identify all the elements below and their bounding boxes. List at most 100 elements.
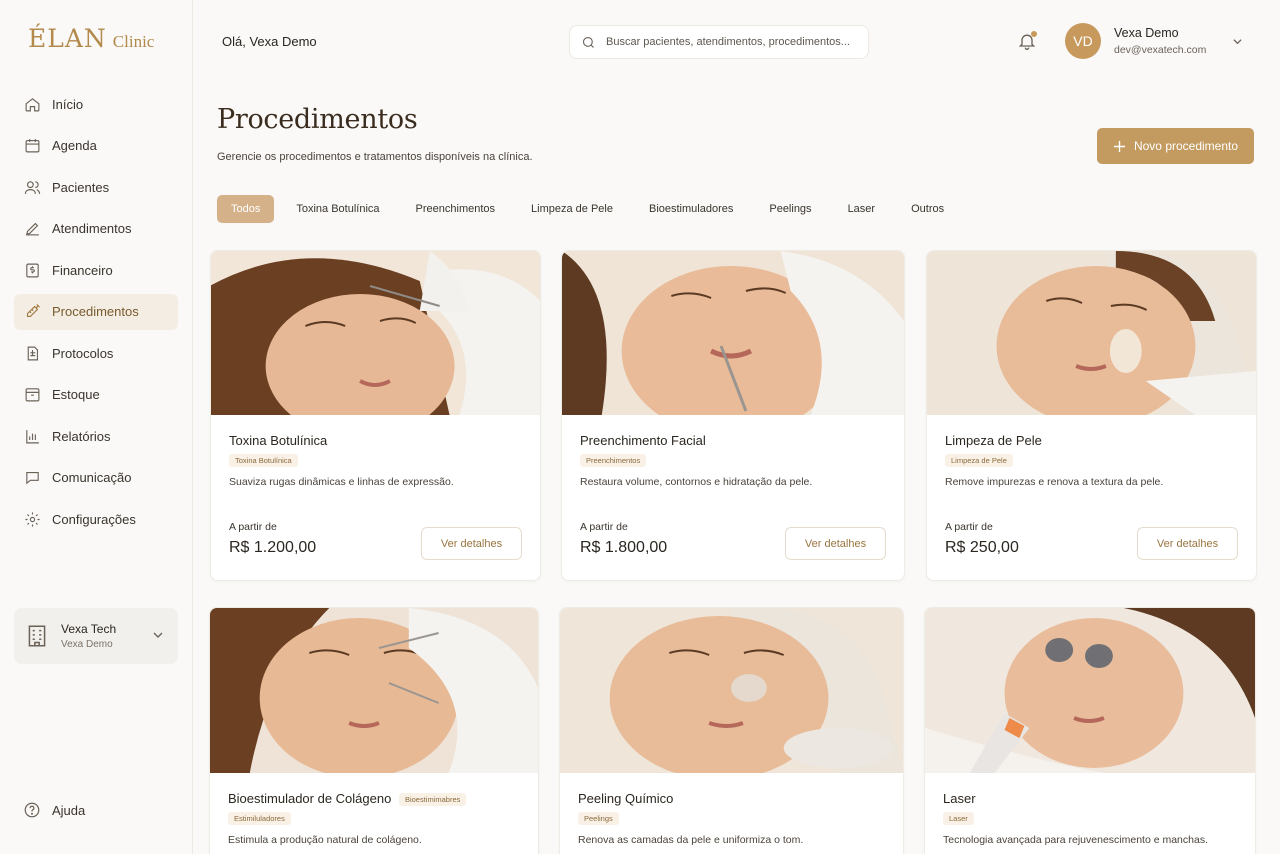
sidebar-item-agenda[interactable]: Agenda	[14, 128, 178, 164]
card-description: Remove impurezas e renova a textura da p…	[945, 476, 1164, 488]
tab-toxina-botulinica[interactable]: Toxina Botulínica	[282, 195, 393, 223]
brand-logo[interactable]: ÉLAN Clinic	[28, 24, 154, 53]
help-icon	[24, 802, 40, 818]
category-tag: Estimiluladores	[228, 812, 291, 826]
sidebar-item-label: Comunicação	[52, 470, 132, 485]
page-title: Procedimentos	[217, 104, 418, 135]
new-procedure-label: Novo procedimento	[1133, 139, 1239, 153]
card-body: Limpeza de Pele Limpeza de Pele Remove i…	[927, 415, 1256, 488]
document-icon	[23, 344, 41, 362]
avatar[interactable]: VD	[1065, 23, 1101, 59]
sidebar-item-label: Financeiro	[52, 262, 113, 278]
pen-icon	[23, 220, 41, 238]
user-email: dev@vexatech.com	[1114, 44, 1207, 56]
procedure-card: Bioestimulador de Colágeno Bioestimimabr…	[209, 607, 539, 854]
procedure-card: Limpeza de Pele Limpeza de Pele Remove i…	[926, 250, 1257, 581]
tenant-sub: Vexa Demo	[61, 639, 113, 650]
procedure-card: Toxina Botulínica Toxina Botulínica Suav…	[210, 250, 541, 581]
tab-peelings[interactable]: Peelings	[755, 195, 825, 223]
sidebar-nav: Início Agenda Pacientes Atendimentos Fin…	[14, 86, 178, 543]
sidebar-item-label: Estoque	[52, 387, 100, 402]
tab-outros[interactable]: Outros	[897, 195, 958, 223]
sidebar-item-procedimentos[interactable]: Procedimentos	[14, 293, 178, 330]
search-input[interactable]	[606, 36, 856, 48]
sidebar-item-comunicacao[interactable]: Comunicação	[14, 460, 178, 496]
sidebar-item-financeiro[interactable]: Financeiro	[14, 252, 178, 288]
procedure-image	[210, 608, 538, 773]
tenant-name: Vexa Tech	[61, 622, 117, 636]
chat-icon	[23, 469, 41, 487]
card-title: Limpeza de Pele	[945, 433, 1042, 448]
card-title: Toxina Botulínica	[229, 433, 328, 448]
card-title: Peeling Químico	[578, 791, 674, 806]
procedure-image	[211, 251, 540, 415]
view-details-button[interactable]: Ver detalhes	[421, 527, 522, 560]
sidebar-item-estoque[interactable]: Estoque	[14, 377, 178, 413]
sidebar-item-pacientes[interactable]: Pacientes	[14, 169, 178, 205]
card-title: Preenchimento Facial	[580, 433, 706, 448]
search-icon	[582, 36, 594, 48]
category-tag: Peelings	[578, 812, 619, 825]
card-body: Toxina Botulínica Toxina Botulínica Suav…	[211, 415, 540, 488]
brand-subtitle: Clinic	[112, 32, 155, 51]
view-details-button[interactable]: Ver detalhes	[1137, 527, 1238, 560]
category-tag: Toxina Botulínica	[229, 454, 298, 467]
view-details-button[interactable]: Ver detalhes	[785, 527, 886, 560]
procedure-image	[562, 251, 904, 415]
category-tabs: Todos Toxina Botulínica Preenchimentos L…	[217, 195, 966, 223]
chevron-down-icon	[153, 632, 163, 638]
price-label: A partir de	[945, 521, 993, 533]
card-title: Laser	[943, 791, 976, 806]
procedure-image	[927, 251, 1256, 415]
category-tag: Bioestimimabres	[398, 793, 467, 807]
card-description: Tecnologia avançada para rejuvenesciment…	[943, 834, 1208, 846]
price-label: A partir de	[229, 521, 277, 533]
building-icon	[28, 625, 46, 647]
tab-limpeza-de-pele[interactable]: Limpeza de Pele	[517, 195, 627, 223]
tab-preenchimentos[interactable]: Preenchimentos	[402, 195, 510, 223]
sidebar-item-label: Protocolos	[52, 345, 114, 361]
sidebar-item-inicio[interactable]: Início	[14, 86, 178, 122]
card-description: Suaviza rugas dinâmicas e linhas de expr…	[229, 476, 454, 488]
procedure-image	[925, 608, 1255, 773]
search-bar[interactable]	[569, 25, 869, 59]
card-body: Peeling Químico Peelings Renova as camad…	[560, 773, 903, 846]
help-label: Ajuda	[52, 802, 86, 818]
brand-name: ÉLAN	[28, 24, 107, 53]
sidebar-item-label: Configurações	[52, 511, 136, 527]
new-procedure-button[interactable]: Novo procedimento	[1097, 128, 1254, 164]
notifications-button[interactable]	[1017, 31, 1037, 51]
user-name: Vexa Demo	[1114, 26, 1179, 40]
plus-icon	[1113, 140, 1126, 152]
notification-dot	[1031, 31, 1037, 37]
sidebar-item-protocolos[interactable]: Protocolos	[14, 335, 178, 371]
sidebar-item-configuracoes[interactable]: Configurações	[14, 501, 178, 537]
card-body: Laser Laser Tecnologia avançada para rej…	[925, 773, 1255, 846]
price-value: R$ 250,00	[945, 539, 1019, 556]
sidebar-item-relatorios[interactable]: Relatórios	[14, 418, 178, 454]
sidebar-item-atendimentos[interactable]: Atendimentos	[14, 211, 178, 247]
page-subtitle: Gerencie os procedimentos e tratamentos …	[217, 151, 533, 163]
category-tag: Preenchimentos	[580, 454, 647, 467]
sidebar: ÉLAN Clinic Início Agenda Pacientes Aten…	[0, 0, 193, 854]
procedure-card: Preenchimento Facial Preenchimentos Rest…	[561, 250, 905, 581]
price-value: R$ 1.800,00	[580, 539, 668, 556]
card-description: Restaura volume, contornos e hidratação …	[580, 476, 813, 488]
tab-laser[interactable]: Laser	[834, 195, 890, 223]
help-link[interactable]: Ajuda	[23, 801, 85, 819]
sidebar-item-label: Relatórios	[52, 428, 111, 444]
money-icon	[23, 261, 41, 279]
tab-bioestimuladores[interactable]: Bioestimuladores	[635, 195, 747, 223]
card-title-text: Bioestimulador de Colágeno	[228, 791, 392, 806]
chevron-down-icon[interactable]	[1232, 36, 1243, 47]
chart-icon	[23, 427, 41, 445]
home-icon	[23, 95, 41, 113]
category-tag: Laser	[943, 812, 974, 825]
tab-todos[interactable]: Todos	[217, 195, 275, 223]
card-description: Estimula a produção natural de colágeno.	[228, 834, 422, 847]
procedure-card: Laser Laser Tecnologia avançada para rej…	[924, 607, 1256, 854]
tenant-switcher[interactable]: Vexa Tech Vexa Demo	[14, 608, 178, 664]
calendar-icon	[23, 137, 41, 155]
sidebar-item-label: Início	[52, 96, 84, 112]
card-title: Bioestimulador de Colágeno Bioestimimabr…	[228, 791, 520, 807]
